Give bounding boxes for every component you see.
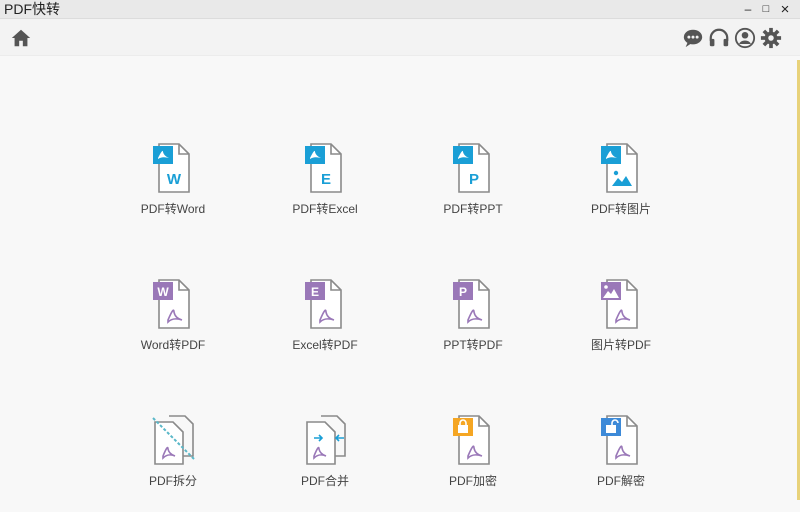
tool-label: 图片转PDF	[590, 338, 651, 352]
pdf-decrypt-icon	[601, 415, 638, 465]
tool-pdf-to-image[interactable]: PDF转图片	[566, 140, 676, 240]
svg-text:W: W	[157, 285, 169, 299]
pdf-split-icon	[152, 415, 196, 465]
svg-text:E: E	[311, 285, 319, 299]
svg-text:P: P	[469, 171, 479, 188]
tool-pdf-split[interactable]: PDF拆分	[118, 412, 228, 512]
excel-to-pdf-icon: E	[305, 279, 342, 329]
tool-pdf-to-word[interactable]: W PDF转Word	[118, 140, 228, 240]
tool-excel-to-pdf[interactable]: E Excel转PDF	[270, 276, 380, 376]
window-title: PDF快转	[4, 1, 60, 17]
tool-label: PPT转PDF	[443, 338, 503, 352]
tool-image-to-pdf[interactable]: 图片转PDF	[566, 276, 676, 376]
user-icon[interactable]	[734, 27, 756, 49]
home-icon[interactable]	[10, 27, 32, 49]
maximize-button[interactable]: □	[756, 0, 776, 18]
tool-label: PDF转图片	[590, 202, 651, 216]
tool-ppt-to-pdf[interactable]: P PPT转PDF	[418, 276, 528, 376]
tool-label: PDF转Word	[140, 202, 206, 216]
headset-icon[interactable]	[708, 27, 730, 49]
title-bar: PDF快转 – □ ×	[0, 0, 800, 19]
tool-label: PDF加密	[448, 474, 497, 488]
word-to-pdf-icon: W	[153, 279, 190, 329]
pdf-to-ppt-icon: P	[453, 143, 490, 193]
chat-icon[interactable]	[682, 27, 704, 49]
minimize-button[interactable]: –	[738, 0, 758, 18]
pdf-encrypt-icon	[453, 415, 490, 465]
tool-word-to-pdf[interactable]: W Word转PDF	[118, 276, 228, 376]
tool-label: Excel转PDF	[292, 338, 358, 352]
tool-label: PDF转Excel	[292, 202, 358, 216]
tool-pdf-merge[interactable]: PDF合并	[270, 412, 380, 512]
ppt-to-pdf-icon: P	[453, 279, 490, 329]
pdf-to-word-icon: W	[153, 143, 190, 193]
toolbar	[0, 19, 800, 56]
pdf-to-excel-icon: E	[305, 143, 342, 193]
svg-text:E: E	[321, 171, 331, 188]
tool-label: Word转PDF	[140, 338, 206, 352]
image-to-pdf-icon	[601, 279, 638, 329]
pdf-to-image-icon	[601, 143, 638, 193]
tool-label: PDF合并	[300, 474, 349, 488]
tool-label: PDF解密	[596, 474, 645, 488]
gear-icon[interactable]	[760, 27, 782, 49]
svg-text:W: W	[167, 171, 182, 188]
tool-label: PDF转PPT	[443, 202, 503, 216]
pdf-merge-icon	[306, 415, 346, 465]
tool-pdf-encrypt[interactable]: PDF加密	[418, 412, 528, 512]
tool-pdf-decrypt[interactable]: PDF解密	[566, 412, 676, 512]
tool-pdf-to-excel[interactable]: E PDF转Excel	[270, 140, 380, 240]
tool-label: PDF拆分	[148, 474, 197, 488]
svg-text:P: P	[459, 285, 467, 299]
tool-grid: W PDF转Word E PDF转Excel P PDF转PPT PDF转图片 …	[0, 56, 800, 504]
tool-pdf-to-ppt[interactable]: P PDF转PPT	[418, 140, 528, 240]
close-button[interactable]: ×	[775, 0, 795, 18]
